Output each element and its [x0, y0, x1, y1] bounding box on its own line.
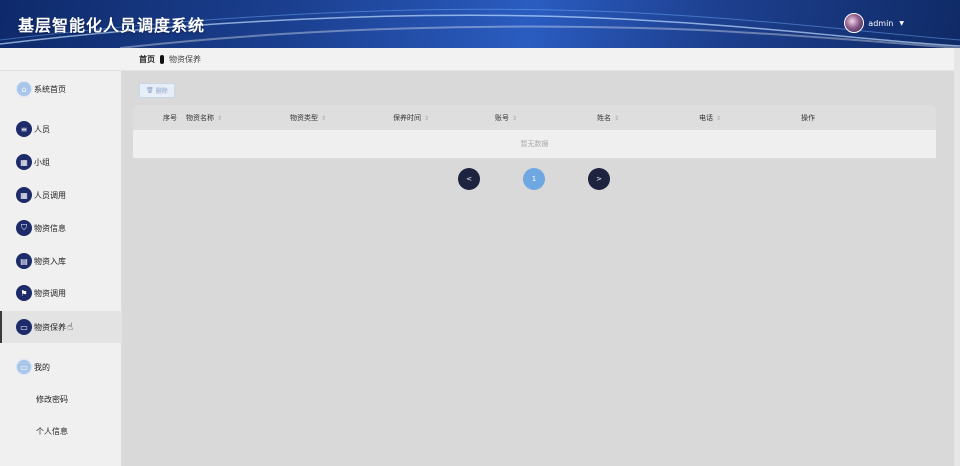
mouse-pointer-icon: ☝: [67, 322, 74, 333]
breadcrumb-separator-icon: [160, 54, 164, 64]
sidebar-item-label: 人员: [34, 124, 50, 134]
pagination-prev-button[interactable]: <: [458, 168, 480, 190]
avatar[interactable]: [844, 13, 865, 33]
home-icon: ⌂: [16, 81, 32, 97]
sidebar-item-mine[interactable]: ▭ 我的: [0, 352, 122, 382]
briefcase-icon: ▭: [16, 319, 32, 335]
sidebar-item-label: 物资信息: [34, 223, 66, 233]
column-header-name[interactable]: 姓名 ⇕: [597, 113, 619, 123]
column-header-phone[interactable]: 电话 ⇕: [699, 113, 721, 123]
column-header-material-type[interactable]: 物资类型 ⇕: [290, 113, 326, 123]
sidebar-item-label: 物资保养: [34, 322, 66, 332]
sidebar-item-label: 物资入库: [34, 256, 66, 266]
sidebar-item-group[interactable]: ▦ 小组: [0, 147, 122, 177]
sidebar-item-personnel-dispatch[interactable]: ▦ 人员调用: [0, 180, 122, 210]
sidebar-item-label: 物资调用: [34, 288, 66, 298]
column-header-actions: 操作: [801, 114, 815, 122]
column-header-account[interactable]: 账号 ⇕: [495, 113, 517, 123]
top-header: 基层智能化人员调度系统 admin ▼: [0, 0, 960, 48]
page-scrollbar[interactable]: [954, 48, 960, 466]
data-table: 序号 物资名称 ⇕ 物资类型 ⇕ 保养时间 ⇕ 账号 ⇕ 姓名 ⇕ 电话 ⇕ 操作 暂无数据: [133, 105, 936, 158]
column-header-index: 序号: [163, 114, 177, 122]
sidebar-item-material-maintenance[interactable]: ▭ 物资保养: [0, 311, 122, 343]
sidebar-item-home[interactable]: ⌂ 系统首页: [0, 74, 122, 104]
sort-icon[interactable]: ⇕: [424, 115, 429, 122]
sort-icon[interactable]: ⇕: [614, 115, 619, 122]
app-title: 基层智能化人员调度系统: [18, 16, 206, 35]
sidebar: ⌂ 系统首页 ≡ 人员 ▦ 小组 ▦ 人员调用 ⛉ 物资信息 ▤ 物资入库 ⚑ …: [0, 71, 122, 466]
grid-icon: ▦: [16, 187, 32, 203]
sidebar-item-label: 我的: [34, 362, 50, 372]
column-header-maintenance-time[interactable]: 保养时间 ⇕: [393, 113, 429, 123]
list-icon: ≡: [16, 121, 32, 137]
sort-icon[interactable]: ⇕: [321, 115, 326, 122]
breadcrumb-home[interactable]: 首页: [139, 54, 155, 65]
sidebar-subitem-change-password[interactable]: 修改密码: [36, 394, 68, 405]
user-menu[interactable]: admin ▼: [844, 13, 904, 33]
trash-icon: 🗑: [146, 87, 154, 94]
clipboard-icon: ▤: [16, 253, 32, 269]
sort-icon[interactable]: ⇕: [716, 115, 721, 122]
table-header: 序号 物资名称 ⇕ 物资类型 ⇕ 保养时间 ⇕ 账号 ⇕ 姓名 ⇕ 电话 ⇕ 操作: [133, 105, 936, 130]
shield-icon: ⛉: [16, 220, 32, 236]
grid-icon: ▦: [16, 154, 32, 170]
breadcrumb-current: 物资保养: [169, 54, 201, 64]
main-content: 🗑 删除 序号 物资名称 ⇕ 物资类型 ⇕ 保养时间 ⇕ 账号 ⇕ 姓名 ⇕ 电话 ⇕ 操作…: [122, 71, 954, 466]
table-empty-state: 暂无数据: [133, 130, 936, 158]
breadcrumb: 首页 物资保养: [0, 48, 954, 71]
sort-icon[interactable]: ⇕: [217, 115, 222, 122]
pagination-page-1[interactable]: 1: [523, 168, 545, 190]
sidebar-item-label: 小组: [34, 157, 50, 167]
sort-icon[interactable]: ⇕: [512, 115, 517, 122]
sidebar-item-label: 系统首页: [34, 84, 66, 94]
delete-button[interactable]: 🗑 删除: [139, 83, 175, 98]
window-icon: ▭: [16, 359, 32, 375]
sidebar-subitem-profile[interactable]: 个人信息: [36, 426, 68, 437]
chevron-down-icon[interactable]: ▼: [899, 20, 904, 27]
sidebar-item-material-info[interactable]: ⛉ 物资信息: [0, 213, 122, 243]
column-header-material-name[interactable]: 物资名称 ⇕: [186, 113, 222, 123]
sidebar-item-personnel[interactable]: ≡ 人员: [0, 114, 122, 144]
delete-button-label: 删除: [155, 88, 168, 95]
sidebar-item-material-dispatch[interactable]: ⚑ 物资调用: [0, 278, 122, 308]
sidebar-item-material-inbound[interactable]: ▤ 物资入库: [0, 246, 122, 276]
sidebar-item-label: 人员调用: [34, 190, 66, 200]
flag-icon: ⚑: [16, 285, 32, 301]
username[interactable]: admin: [868, 19, 893, 28]
pagination-next-button[interactable]: >: [588, 168, 610, 190]
